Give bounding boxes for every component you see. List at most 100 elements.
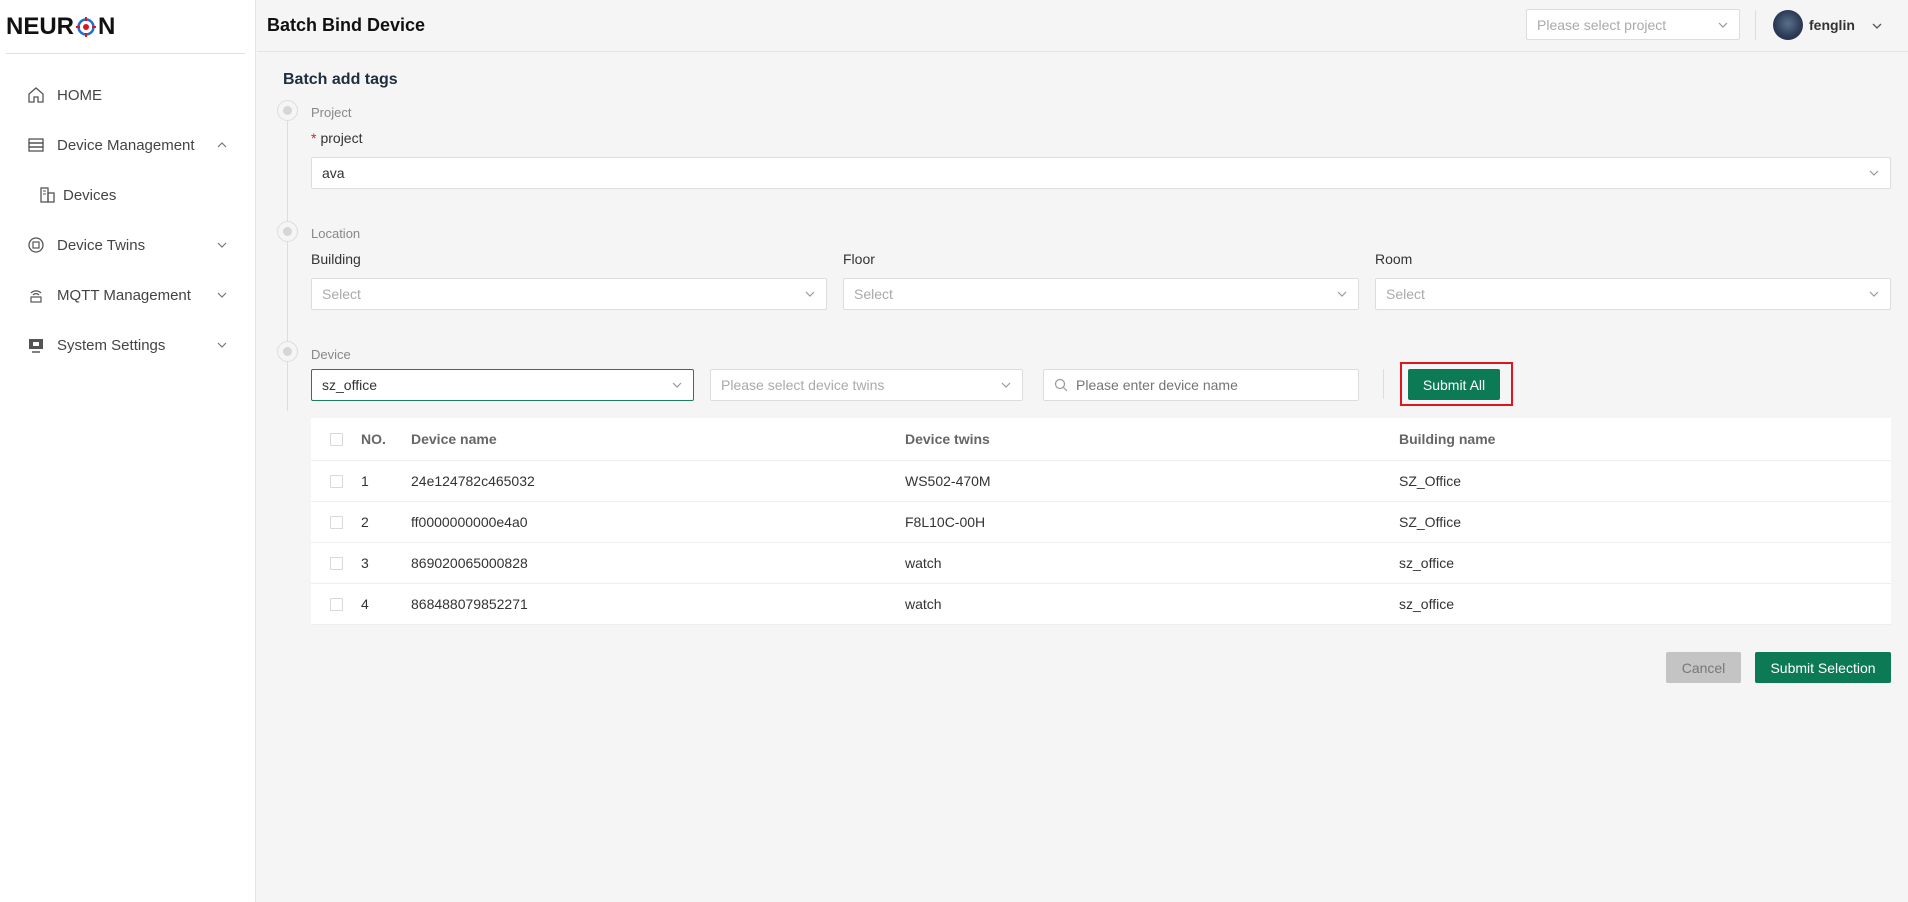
username: fenglin	[1809, 17, 1855, 33]
floor-label: Floor	[843, 251, 875, 267]
avatar	[1773, 10, 1803, 40]
select-all-checkbox[interactable]	[329, 432, 343, 446]
chevron-down-icon	[1717, 19, 1729, 31]
table-row[interactable]: 2 ff0000000000e4a0 F8L10C-00H SZ_Office	[311, 502, 1891, 543]
project-select[interactable]: Please select project	[1526, 9, 1740, 40]
step-dot-device	[277, 341, 298, 362]
submit-all-button[interactable]: Submit All	[1408, 369, 1500, 400]
device-building-value: sz_office	[322, 377, 377, 393]
toolbar-divider	[1383, 369, 1384, 399]
table-row[interactable]: 3 869020065000828 watch sz_office	[311, 543, 1891, 584]
building-select[interactable]: Select	[311, 278, 827, 310]
monitor-icon	[26, 335, 46, 355]
row-device-name: 24e124782c465032	[411, 473, 535, 489]
row-checkbox[interactable]	[329, 515, 343, 529]
row-no: 4	[361, 596, 369, 612]
row-device-name: 869020065000828	[411, 555, 528, 571]
row-checkbox[interactable]	[329, 597, 343, 611]
step-dot-location	[277, 221, 298, 242]
device-table: NO. Device name Device twins Building na…	[311, 418, 1891, 625]
room-label: Room	[1375, 251, 1413, 267]
sidebar-item-label: HOME	[57, 86, 102, 104]
logo-mark-icon	[75, 16, 97, 38]
table-row[interactable]: 4 868488079852271 watch sz_office	[311, 584, 1891, 625]
device-twins-placeholder: Please select device twins	[721, 377, 885, 393]
row-building-name: sz_office	[1399, 596, 1454, 612]
twins-icon	[26, 235, 46, 255]
step-label-project: Project	[311, 105, 352, 120]
row-no: 1	[361, 473, 369, 489]
logo: NEUR N	[6, 0, 245, 54]
row-checkbox[interactable]	[329, 474, 343, 488]
sidebar-item-home[interactable]: HOME	[0, 70, 255, 120]
sidebar-nav: HOME Device Management Devices Device Tw…	[0, 70, 255, 370]
sidebar: NEUR N HOME Device Management Devices De…	[0, 0, 256, 902]
chevron-down-icon	[215, 288, 229, 302]
building-placeholder: Select	[322, 286, 361, 302]
row-building-name: sz_office	[1399, 555, 1454, 571]
mqtt-icon	[26, 285, 46, 305]
floor-placeholder: Select	[854, 286, 893, 302]
chevron-down-icon	[1000, 379, 1012, 391]
chevron-down-icon	[1871, 19, 1883, 31]
floor-select[interactable]: Select	[843, 278, 1359, 310]
device-name-search[interactable]	[1043, 369, 1359, 401]
cancel-button[interactable]: Cancel	[1666, 652, 1741, 683]
topbar: Batch Bind Device Please select project …	[257, 0, 1908, 52]
table-row[interactable]: 1 24e124782c465032 WS502-470M SZ_Office	[311, 461, 1891, 502]
device-name-input[interactable]	[1076, 377, 1348, 393]
col-no: NO.	[361, 431, 386, 447]
submit-selection-button[interactable]: Submit Selection	[1755, 652, 1891, 683]
project-label-text: project	[320, 130, 363, 146]
room-placeholder: Select	[1386, 286, 1425, 302]
required-asterisk: *	[311, 130, 317, 146]
chevron-down-icon	[1868, 167, 1880, 179]
project-value: ava	[322, 165, 345, 181]
building-label: Building	[311, 251, 361, 267]
row-device-twins: F8L10C-00H	[905, 514, 986, 530]
row-building-name: SZ_Office	[1399, 514, 1461, 530]
table-header: NO. Device name Device twins Building na…	[311, 418, 1891, 461]
user-menu[interactable]: fenglin	[1773, 9, 1883, 41]
row-checkbox[interactable]	[329, 556, 343, 570]
logo-text-start: NEUR	[6, 12, 75, 40]
sidebar-item-mqtt-management[interactable]: MQTT Management	[0, 270, 255, 320]
sidebar-item-device-twins[interactable]: Device Twins	[0, 220, 255, 270]
row-building-name: SZ_Office	[1399, 473, 1461, 489]
sidebar-item-system-settings[interactable]: System Settings	[0, 320, 255, 370]
col-device-twins: Device twins	[905, 431, 990, 447]
chevron-down-icon	[804, 288, 816, 300]
chevron-down-icon	[1868, 288, 1880, 300]
step-dot-project	[277, 100, 298, 121]
server-icon	[26, 135, 46, 155]
chevron-down-icon	[215, 338, 229, 352]
project-field-select[interactable]: ava	[311, 157, 1891, 189]
sidebar-item-label: System Settings	[57, 336, 166, 354]
sidebar-item-label: Devices	[63, 186, 117, 204]
section-title: Batch add tags	[283, 71, 398, 88]
chevron-down-icon	[215, 238, 229, 252]
row-device-twins: watch	[905, 596, 942, 612]
room-select[interactable]: Select	[1375, 278, 1891, 310]
step-label-device: Device	[311, 347, 351, 362]
sidebar-item-label: Device Twins	[57, 236, 146, 254]
row-device-twins: watch	[905, 555, 942, 571]
steps-line	[287, 111, 288, 411]
device-twins-select[interactable]: Please select device twins	[710, 369, 1023, 401]
col-device-name: Device name	[411, 431, 497, 447]
chevron-down-icon	[1336, 288, 1348, 300]
main-content: Batch add tags Project * project ava Loca…	[257, 53, 1908, 902]
header-divider	[1755, 10, 1756, 40]
sidebar-item-device-management[interactable]: Device Management	[0, 120, 255, 170]
logo-text-end: N	[98, 12, 116, 40]
row-no: 2	[361, 514, 369, 530]
device-building-select[interactable]: sz_office	[311, 369, 694, 401]
row-device-name: 868488079852271	[411, 596, 528, 612]
sidebar-item-label: Device Management	[57, 136, 195, 154]
chevron-up-icon	[215, 138, 229, 152]
sidebar-item-devices[interactable]: Devices	[0, 170, 255, 220]
devices-icon	[37, 185, 57, 205]
step-label-location: Location	[311, 226, 361, 241]
project-select-placeholder: Please select project	[1537, 16, 1667, 33]
row-device-name: ff0000000000e4a0	[411, 514, 528, 530]
